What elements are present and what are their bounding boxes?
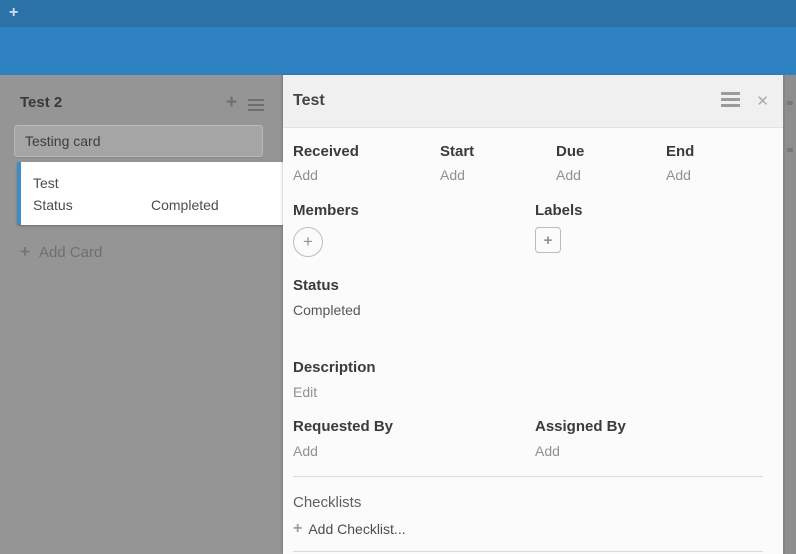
- card-menu-icon[interactable]: [721, 92, 740, 110]
- close-icon[interactable]: ✕: [756, 92, 769, 110]
- card-details-header: Test ✕: [283, 75, 783, 128]
- start-add-link[interactable]: Add: [440, 167, 556, 183]
- board-header-bar: [0, 27, 796, 75]
- card-title[interactable]: Test: [293, 92, 721, 110]
- add-checklist-button[interactable]: + Add Checklist...: [293, 520, 406, 538]
- card-details-panel: Test ✕ Received Add Start Add Due Add En…: [283, 75, 783, 554]
- checklists-label: Checklists: [293, 494, 406, 511]
- clipped-list-icon: [787, 101, 793, 105]
- list-menu-icon[interactable]: [248, 99, 264, 114]
- plus-icon: +: [303, 232, 313, 252]
- clipped-list-icon: [787, 148, 793, 152]
- assigned-by-add-link[interactable]: Add: [535, 443, 777, 459]
- start-label: Start: [440, 143, 556, 160]
- requested-assigned-section: Requested By Add Assigned By Add: [293, 418, 777, 459]
- description-label: Description: [293, 359, 376, 376]
- status-label: Status: [293, 277, 361, 294]
- description-edit-link[interactable]: Edit: [293, 384, 376, 400]
- minicard-title: Test: [33, 172, 283, 194]
- add-label-button[interactable]: +: [535, 227, 561, 253]
- board-right-strip: [783, 75, 796, 554]
- end-label: End: [666, 143, 766, 160]
- minicard-test-selected[interactable]: Test Status Completed: [17, 162, 283, 225]
- requested-by-add-link[interactable]: Add: [293, 443, 535, 459]
- due-label: Due: [556, 143, 666, 160]
- divider: [293, 476, 763, 477]
- plus-icon: +: [544, 232, 553, 249]
- add-member-button[interactable]: +: [293, 227, 323, 257]
- add-board-icon[interactable]: +: [9, 3, 18, 23]
- minicard-field-value: Completed: [151, 194, 219, 216]
- minicard-field-label: Status: [33, 194, 151, 216]
- add-card-button[interactable]: + Add Card: [20, 242, 102, 262]
- top-navbar: +: [0, 0, 796, 27]
- description-section: Description Edit: [293, 359, 376, 400]
- list-add-card-icon[interactable]: +: [226, 92, 237, 114]
- labels-label: Labels: [535, 202, 777, 219]
- divider: [293, 551, 763, 552]
- assigned-by-label: Assigned By: [535, 418, 777, 435]
- plus-icon: +: [20, 242, 30, 262]
- members-label: Members: [293, 202, 535, 219]
- requested-by-label: Requested By: [293, 418, 535, 435]
- dates-section: Received Add Start Add Due Add End Add: [293, 143, 766, 183]
- list-title[interactable]: Test 2: [20, 94, 62, 111]
- due-add-link[interactable]: Add: [556, 167, 666, 183]
- plus-icon: +: [293, 520, 302, 538]
- status-section: Status Completed: [293, 277, 361, 318]
- board-canvas: Test 2 + Testing card Test Status Comple…: [0, 75, 796, 554]
- add-checklist-label: Add Checklist...: [308, 521, 405, 537]
- minicard-testing-card[interactable]: Testing card: [14, 125, 263, 157]
- status-value[interactable]: Completed: [293, 302, 361, 318]
- add-card-label: Add Card: [39, 244, 102, 261]
- received-label: Received: [293, 143, 440, 160]
- received-add-link[interactable]: Add: [293, 167, 440, 183]
- end-add-link[interactable]: Add: [666, 167, 766, 183]
- members-labels-section: Members + Labels +: [293, 202, 777, 257]
- checklists-section: Checklists + Add Checklist...: [293, 494, 406, 538]
